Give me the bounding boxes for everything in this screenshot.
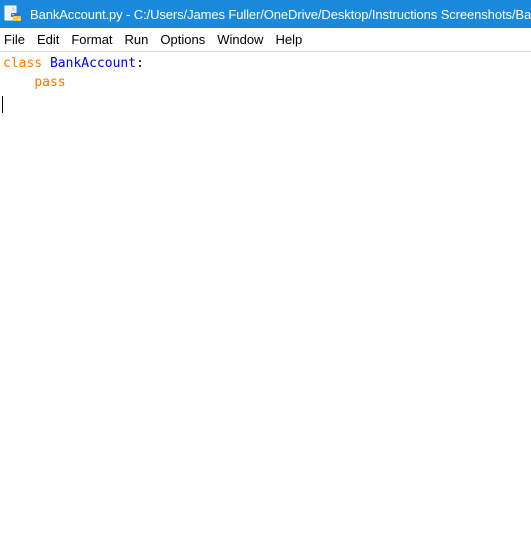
code-line-2: pass [0,73,531,92]
menu-format[interactable]: Format [65,29,118,50]
menu-edit[interactable]: Edit [31,29,65,50]
menu-run[interactable]: Run [119,29,155,50]
keyword-pass: pass [34,75,66,90]
idle-editor-window: BankAccount.py - C:/Users/James Fuller/O… [0,0,531,557]
title-bar[interactable]: BankAccount.py - C:/Users/James Fuller/O… [0,0,531,28]
menu-file[interactable]: File [2,29,31,50]
code-editor[interactable]: class BankAccount: pass [0,54,531,557]
menu-window[interactable]: Window [211,29,269,50]
keyword-class: class [3,56,43,71]
code-line-1: class BankAccount: [0,54,531,73]
menu-options[interactable]: Options [154,29,211,50]
text-cursor [2,96,3,113]
window-title: BankAccount.py - C:/Users/James Fuller/O… [30,6,531,22]
colon: : [136,56,144,71]
menu-bar: File Edit Format Run Options Window Help [0,28,531,52]
python-idle-icon [4,5,21,21]
menu-help[interactable]: Help [269,29,308,50]
class-name: BankAccount [49,56,137,71]
